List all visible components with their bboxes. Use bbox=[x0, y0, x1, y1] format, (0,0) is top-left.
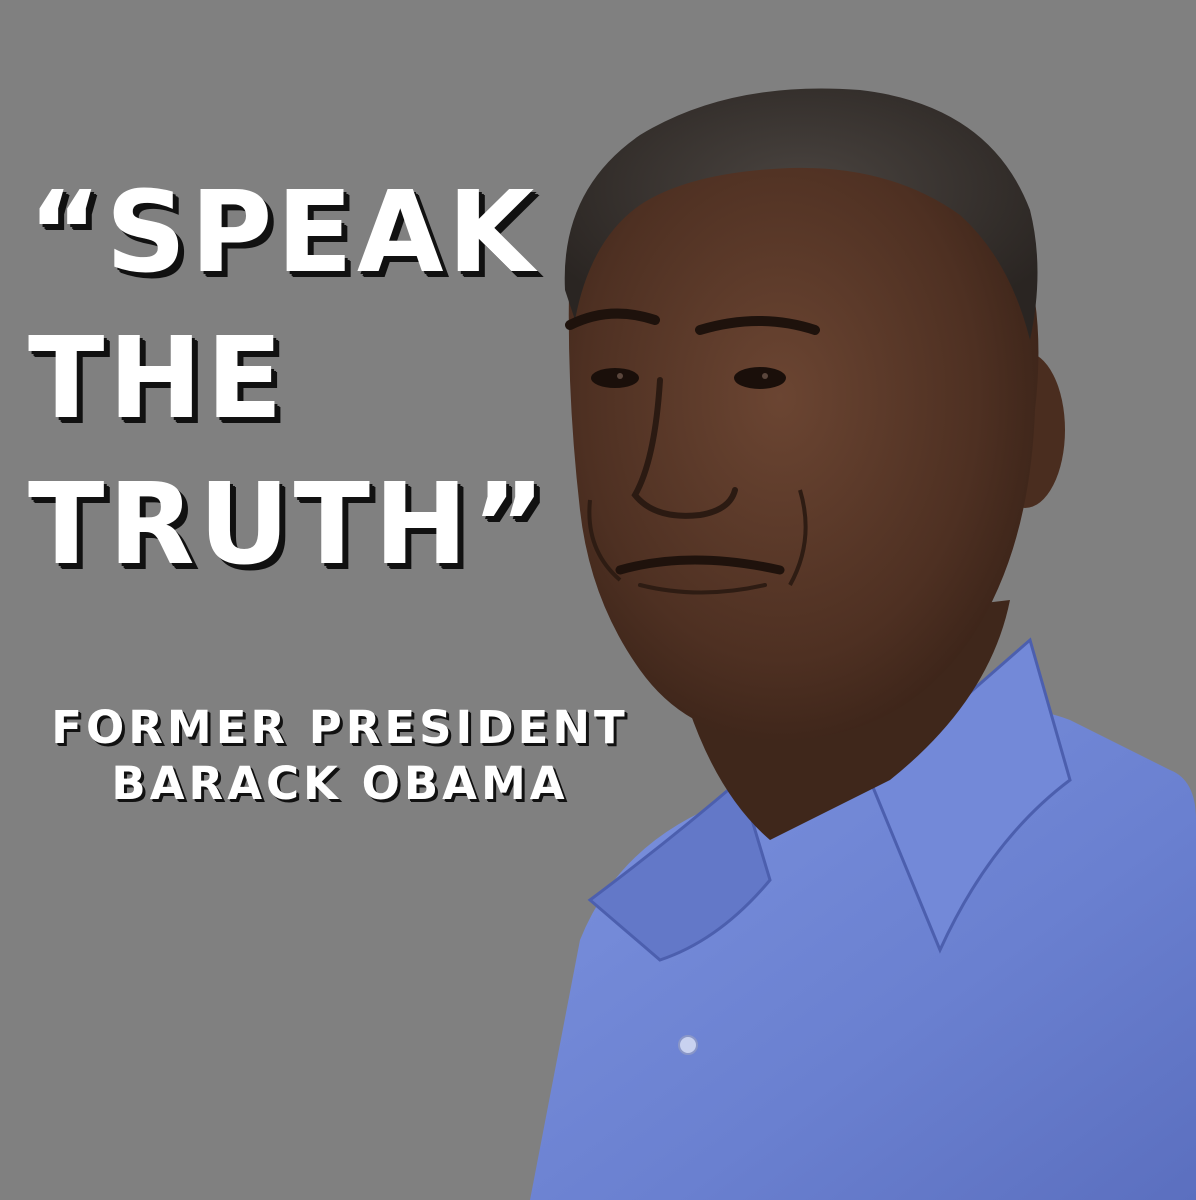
quote-poster: “SPEAK THE TRUTH” FORMER PRESIDENT BARAC… bbox=[0, 0, 1196, 1200]
portrait-illustration bbox=[530, 88, 1196, 1200]
eye-left bbox=[591, 368, 639, 388]
portrait-photo bbox=[470, 80, 1196, 1200]
eye-right bbox=[734, 367, 786, 389]
shirt-button bbox=[678, 1035, 698, 1055]
